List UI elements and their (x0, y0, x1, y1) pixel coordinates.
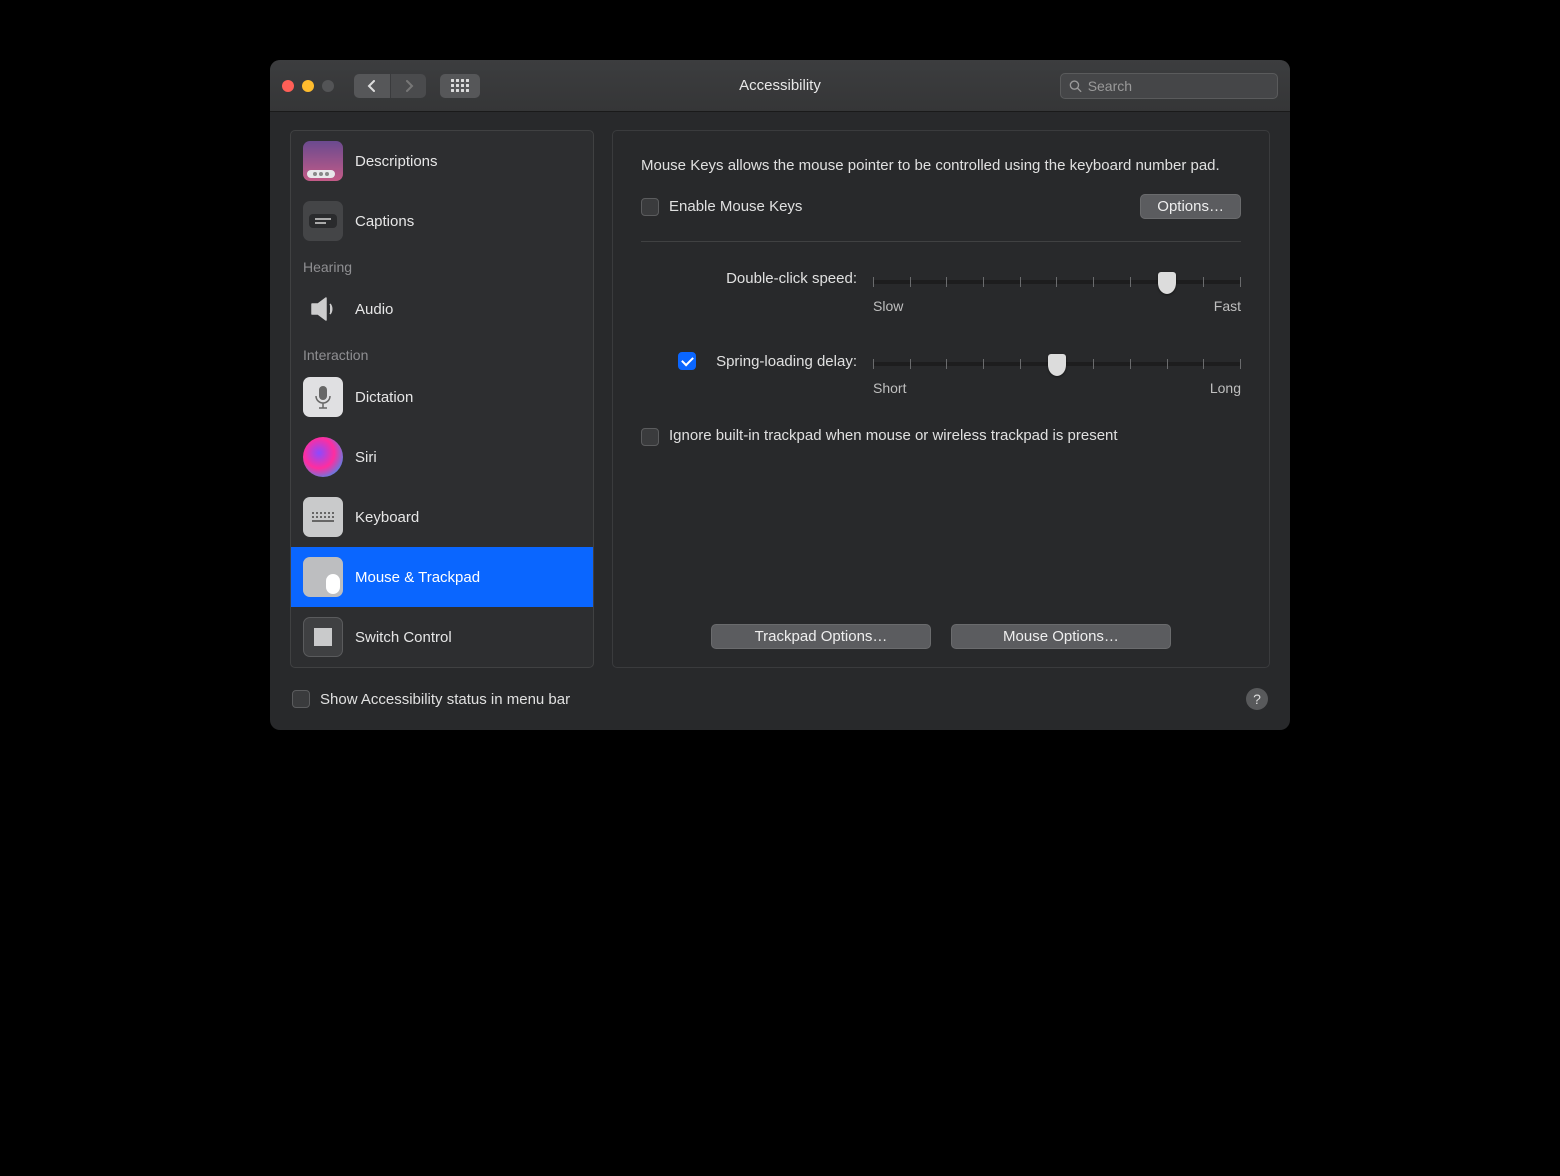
show-status-checkbox[interactable] (292, 690, 310, 708)
grid-icon (451, 79, 469, 92)
search-input[interactable] (1088, 78, 1269, 94)
siri-icon (303, 437, 343, 477)
captions-icon (303, 201, 343, 241)
spring-loading-label: Spring-loading delay: (716, 353, 857, 370)
content-area: Descriptions Captions Hearing Audio In (270, 112, 1290, 682)
traffic-lights (282, 80, 334, 92)
mouse-keys-options-button[interactable]: Options… (1140, 194, 1241, 219)
sidebar-item-label: Dictation (355, 389, 413, 406)
double-click-speed-label: Double-click speed: (726, 270, 857, 287)
ignore-trackpad-label: Ignore built-in trackpad when mouse or w… (669, 426, 1118, 446)
descriptions-icon (303, 141, 343, 181)
spring-loading-delay-row: Spring-loading delay: Short Long (641, 352, 1241, 396)
search-icon (1069, 79, 1082, 93)
show-all-button[interactable] (440, 74, 480, 98)
sidebar-item-label: Siri (355, 449, 377, 466)
sidebar-header-hearing: Hearing (291, 251, 593, 279)
sidebar: Descriptions Captions Hearing Audio In (290, 130, 594, 668)
sidebar-item-descriptions[interactable]: Descriptions (291, 131, 593, 191)
dictation-icon (303, 377, 343, 417)
double-click-fast-label: Fast (1214, 298, 1241, 314)
mouse-trackpad-icon (303, 557, 343, 597)
nav-buttons (354, 74, 426, 98)
chevron-left-icon (367, 80, 377, 92)
spring-loading-slider[interactable] (873, 362, 1241, 366)
spring-loading-checkbox[interactable] (678, 352, 696, 370)
ignore-trackpad-row: Ignore built-in trackpad when mouse or w… (641, 426, 1241, 446)
keyboard-icon (303, 497, 343, 537)
divider (641, 241, 1241, 242)
enable-mouse-keys-checkbox[interactable] (641, 198, 659, 216)
sidebar-item-siri[interactable]: Siri (291, 427, 593, 487)
sidebar-item-label: Audio (355, 301, 393, 318)
titlebar: Accessibility (270, 60, 1290, 112)
prefs-window: Accessibility Descriptions (270, 60, 1290, 730)
close-button[interactable] (282, 80, 294, 92)
sidebar-header-interaction: Interaction (291, 339, 593, 367)
window-title: Accessibility (739, 77, 821, 94)
back-button[interactable] (354, 74, 390, 98)
enable-mouse-keys-label: Enable Mouse Keys (669, 198, 802, 215)
sidebar-item-label: Keyboard (355, 509, 419, 526)
sidebar-item-label: Switch Control (355, 629, 452, 646)
chevron-right-icon (404, 80, 414, 92)
zoom-button[interactable] (322, 80, 334, 92)
double-click-slow-label: Slow (873, 298, 903, 314)
switch-control-icon (303, 617, 343, 657)
sidebar-item-mouse-trackpad[interactable]: Mouse & Trackpad (291, 547, 593, 607)
help-button[interactable]: ? (1246, 688, 1268, 710)
sidebar-item-captions[interactable]: Captions (291, 191, 593, 251)
trackpad-options-button[interactable]: Trackpad Options… (711, 624, 931, 649)
sidebar-item-dictation[interactable]: Dictation (291, 367, 593, 427)
show-status-label: Show Accessibility status in menu bar (320, 691, 570, 708)
mouse-options-button[interactable]: Mouse Options… (951, 624, 1171, 649)
bottom-buttons: Trackpad Options… Mouse Options… (641, 600, 1241, 649)
sidebar-item-label: Mouse & Trackpad (355, 569, 480, 586)
search-field-wrap (1060, 73, 1278, 99)
sidebar-item-keyboard[interactable]: Keyboard (291, 487, 593, 547)
spring-loading-short-label: Short (873, 380, 906, 396)
sidebar-item-label: Descriptions (355, 153, 438, 170)
double-click-speed-row: Double-click speed: Slow Fast (641, 270, 1241, 314)
forward-button[interactable] (390, 74, 426, 98)
settings-panel: Mouse Keys allows the mouse pointer to b… (612, 130, 1270, 668)
double-click-speed-slider[interactable] (873, 280, 1241, 284)
footer-row: Show Accessibility status in menu bar ? (270, 682, 1290, 730)
audio-icon (303, 289, 343, 329)
sidebar-item-switch-control[interactable]: Switch Control (291, 607, 593, 667)
sidebar-item-label: Captions (355, 213, 414, 230)
minimize-button[interactable] (302, 80, 314, 92)
spring-loading-long-label: Long (1210, 380, 1241, 396)
slider-thumb[interactable] (1158, 272, 1176, 294)
slider-thumb[interactable] (1048, 354, 1066, 376)
intro-text: Mouse Keys allows the mouse pointer to b… (641, 155, 1241, 176)
ignore-trackpad-checkbox[interactable] (641, 428, 659, 446)
sidebar-item-audio[interactable]: Audio (291, 279, 593, 339)
enable-mouse-keys-row: Enable Mouse Keys Options… (641, 194, 1241, 219)
